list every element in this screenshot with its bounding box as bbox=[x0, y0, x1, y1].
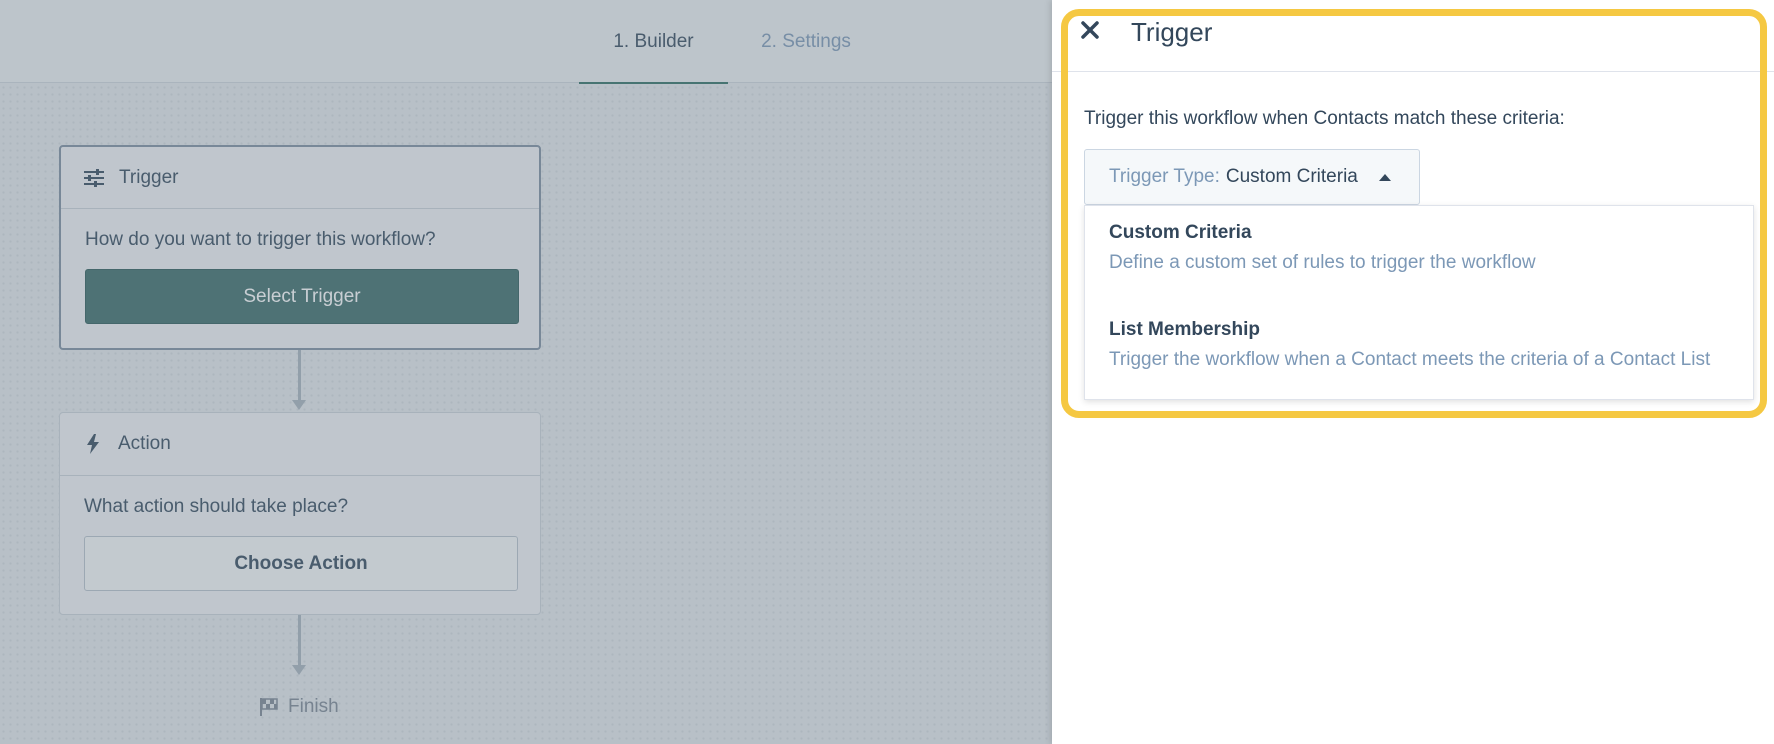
option-title: Custom Criteria bbox=[1109, 222, 1252, 243]
trigger-type-value: Custom Criteria bbox=[1225, 166, 1358, 187]
close-icon[interactable] bbox=[1080, 20, 1102, 42]
caret-up-icon bbox=[1379, 174, 1391, 181]
panel-title: Trigger bbox=[1131, 17, 1213, 47]
option-list-membership[interactable]: List Membership Trigger the workflow whe… bbox=[1085, 319, 1753, 371]
option-title: List Membership bbox=[1109, 319, 1260, 340]
trigger-side-panel: Trigger Trigger this workflow when Conta… bbox=[1052, 0, 1774, 744]
modal-backdrop[interactable] bbox=[0, 0, 1052, 744]
trigger-description: Trigger this workflow when Contacts matc… bbox=[1084, 108, 1565, 129]
option-description: Trigger the workflow when a Contact meet… bbox=[1109, 349, 1711, 370]
option-custom-criteria[interactable]: Custom Criteria Define a custom set of r… bbox=[1085, 222, 1753, 274]
trigger-type-dropdown: Custom Criteria Define a custom set of r… bbox=[1084, 205, 1754, 400]
trigger-type-select[interactable]: Trigger Type: Custom Criteria bbox=[1084, 149, 1420, 205]
trigger-type-label: Trigger Type: bbox=[1109, 166, 1220, 187]
option-description: Define a custom set of rules to trigger … bbox=[1109, 252, 1536, 273]
panel-header: Trigger bbox=[1052, 0, 1774, 72]
